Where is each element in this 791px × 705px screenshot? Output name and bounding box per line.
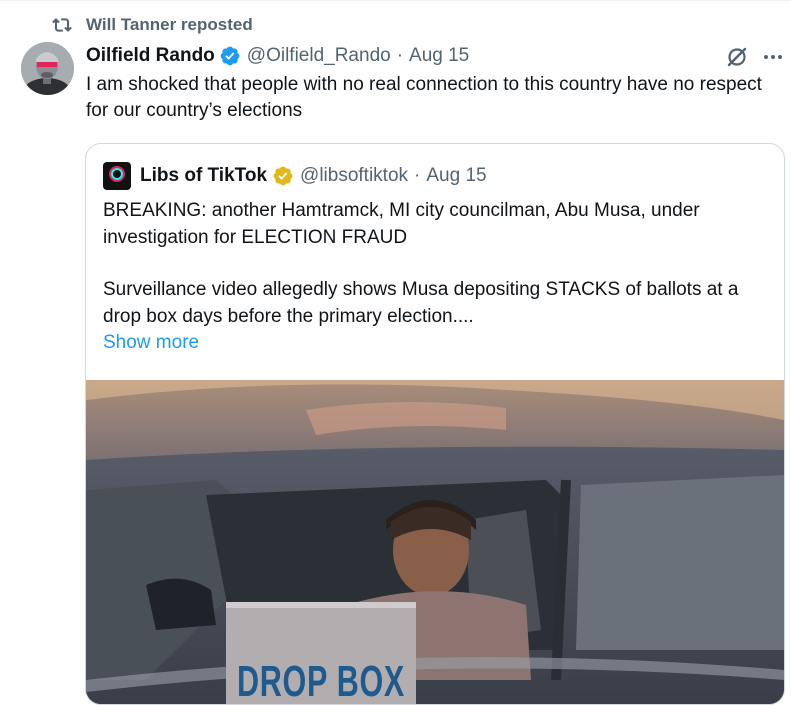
repost-text: Will Tanner reposted <box>86 15 253 34</box>
verified-badge-icon[interactable] <box>219 45 241 67</box>
quoted-tweet-header: Libs of TikTok @libsoftiktok · Aug 15 <box>103 162 487 190</box>
author-name[interactable]: Oilfield Rando <box>86 45 215 67</box>
author-handle[interactable]: @Oilfield_Rando <box>247 45 391 67</box>
quoted-paragraph-1: BREAKING: another Hamtramck, MI city cou… <box>103 200 700 248</box>
quoted-separator-dot: · <box>414 165 421 186</box>
surveillance-image: DROP BOX <box>86 380 784 704</box>
more-options-icon[interactable] <box>760 44 786 70</box>
tweet-text: I am shocked that people with no real co… <box>86 74 762 121</box>
repost-icon <box>52 15 72 35</box>
quoted-author-handle: @libsoftiktok <box>300 165 409 186</box>
quoted-tweet-card[interactable]: Libs of TikTok @libsoftiktok · Aug 15 BR… <box>85 143 785 705</box>
quoted-paragraph-2: Surveillance video allegedly shows Musa … <box>103 279 739 327</box>
quoted-tweet-video-still[interactable]: DROP BOX <box>86 380 784 704</box>
author-avatar[interactable] <box>21 42 74 95</box>
quoted-tweet-text: BREAKING: another Hamtramck, MI city cou… <box>103 198 773 357</box>
tweet-date[interactable]: Aug 15 <box>409 45 469 67</box>
repost-context[interactable]: Will Tanner reposted <box>52 14 253 36</box>
top-divider <box>0 0 791 1</box>
quoted-author-avatar <box>103 162 131 190</box>
show-more-link[interactable]: Show more <box>103 330 773 357</box>
quoted-tweet-date: Aug 15 <box>426 165 487 186</box>
gold-verified-badge-icon <box>272 165 294 187</box>
drop-box-sign: DROP BOX <box>237 657 405 704</box>
tweet-header: Oilfield Rando @Oilfield_Rando · Aug 15 <box>86 42 469 70</box>
separator-dot: · <box>396 45 404 66</box>
grok-icon[interactable] <box>724 44 750 70</box>
quoted-author-name: Libs of TikTok <box>140 165 268 186</box>
